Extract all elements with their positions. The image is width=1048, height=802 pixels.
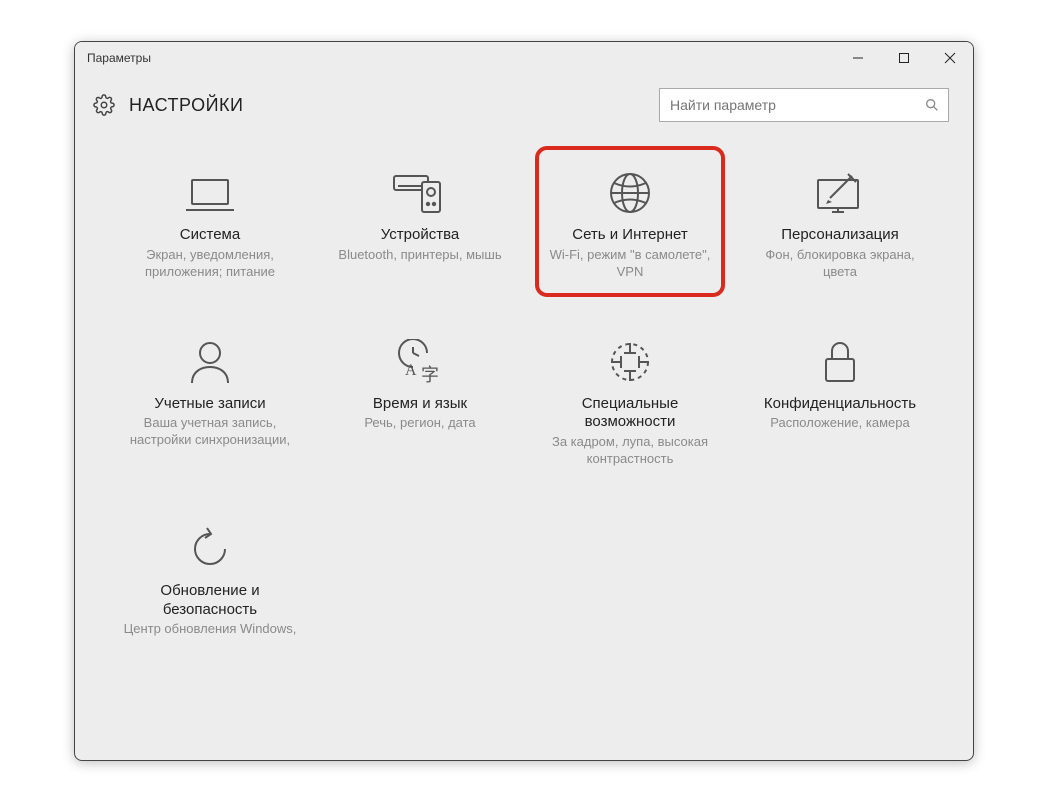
tile-time-language[interactable]: A 字 Время и язык Речь, регион, дата <box>325 329 515 468</box>
tile-personalization[interactable]: Персонализация Фон, блокировка экрана, ц… <box>745 160 935 281</box>
devices-icon <box>392 160 448 216</box>
minimize-icon <box>852 52 864 64</box>
search-box[interactable] <box>659 88 949 122</box>
svg-text:字: 字 <box>421 365 439 385</box>
tile-system[interactable]: Система Экран, уведомления, приложения; … <box>115 160 305 281</box>
gear-icon <box>93 94 115 116</box>
accessibility-icon <box>607 329 653 385</box>
tile-title: Система <box>180 226 240 245</box>
tile-desc: За кадром, лупа, высокая контрастность <box>535 434 725 468</box>
tile-desc: Центр обновления Windows, <box>120 621 301 638</box>
header-left: НАСТРОЙКИ <box>93 94 243 116</box>
tile-title: Устройства <box>381 226 459 245</box>
search-icon <box>924 97 940 113</box>
tile-privacy[interactable]: Конфиденциальность Расположение, камера <box>745 329 935 468</box>
page-title: НАСТРОЙКИ <box>129 95 243 116</box>
globe-icon <box>607 160 653 216</box>
tile-desc: Bluetooth, принтеры, мышь <box>334 247 505 264</box>
tiles-grid: Система Экран, уведомления, приложения; … <box>115 160 933 638</box>
tile-title: Обновление и безопасность <box>115 582 305 620</box>
minimize-button[interactable] <box>835 42 881 74</box>
tile-desc: Речь, регион, дата <box>360 415 479 432</box>
close-icon <box>944 52 956 64</box>
tile-desc: Ваша учетная запись, настройки синхрониз… <box>115 415 305 449</box>
tile-title: Персонализация <box>781 226 899 245</box>
tile-update-security[interactable]: Обновление и безопасность Центр обновлен… <box>115 516 305 638</box>
title-bar: Параметры <box>75 42 973 74</box>
close-button[interactable] <box>927 42 973 74</box>
content: Система Экран, уведомления, приложения; … <box>75 132 973 760</box>
tile-accounts[interactable]: Учетные записи Ваша учетная запись, наст… <box>115 329 305 468</box>
window-title: Параметры <box>87 51 151 65</box>
tile-title: Учетные записи <box>154 395 265 414</box>
maximize-icon <box>898 52 910 64</box>
tile-network-internet[interactable]: Сеть и Интернет Wi-Fi, режим "в самолете… <box>535 146 725 297</box>
window-controls <box>835 42 973 74</box>
accounts-icon <box>188 329 232 385</box>
tile-desc: Экран, уведомления, приложения; питание <box>115 247 305 281</box>
search-input[interactable] <box>670 97 924 113</box>
settings-window: Параметры <box>74 41 974 761</box>
tile-devices[interactable]: Устройства Bluetooth, принтеры, мышь <box>325 160 515 281</box>
tile-title: Специальные возможности <box>535 395 725 433</box>
tile-desc: Расположение, камера <box>766 415 913 432</box>
tile-title: Сеть и Интернет <box>572 226 688 245</box>
svg-text:A: A <box>405 362 417 379</box>
tile-accessibility[interactable]: Специальные возможности За кадром, лупа,… <box>535 329 725 468</box>
personalization-icon <box>814 160 866 216</box>
tile-desc: Wi-Fi, режим "в самолете", VPN <box>545 247 715 281</box>
maximize-button[interactable] <box>881 42 927 74</box>
tile-desc: Фон, блокировка экрана, цвета <box>745 247 935 281</box>
tile-title: Время и язык <box>373 395 467 414</box>
tile-title: Конфиденциальность <box>764 395 916 414</box>
update-icon <box>187 516 233 572</box>
lock-icon <box>820 329 860 385</box>
header-row: НАСТРОЙКИ <box>75 74 973 132</box>
system-icon <box>184 160 236 216</box>
time-language-icon: A 字 <box>395 329 445 385</box>
